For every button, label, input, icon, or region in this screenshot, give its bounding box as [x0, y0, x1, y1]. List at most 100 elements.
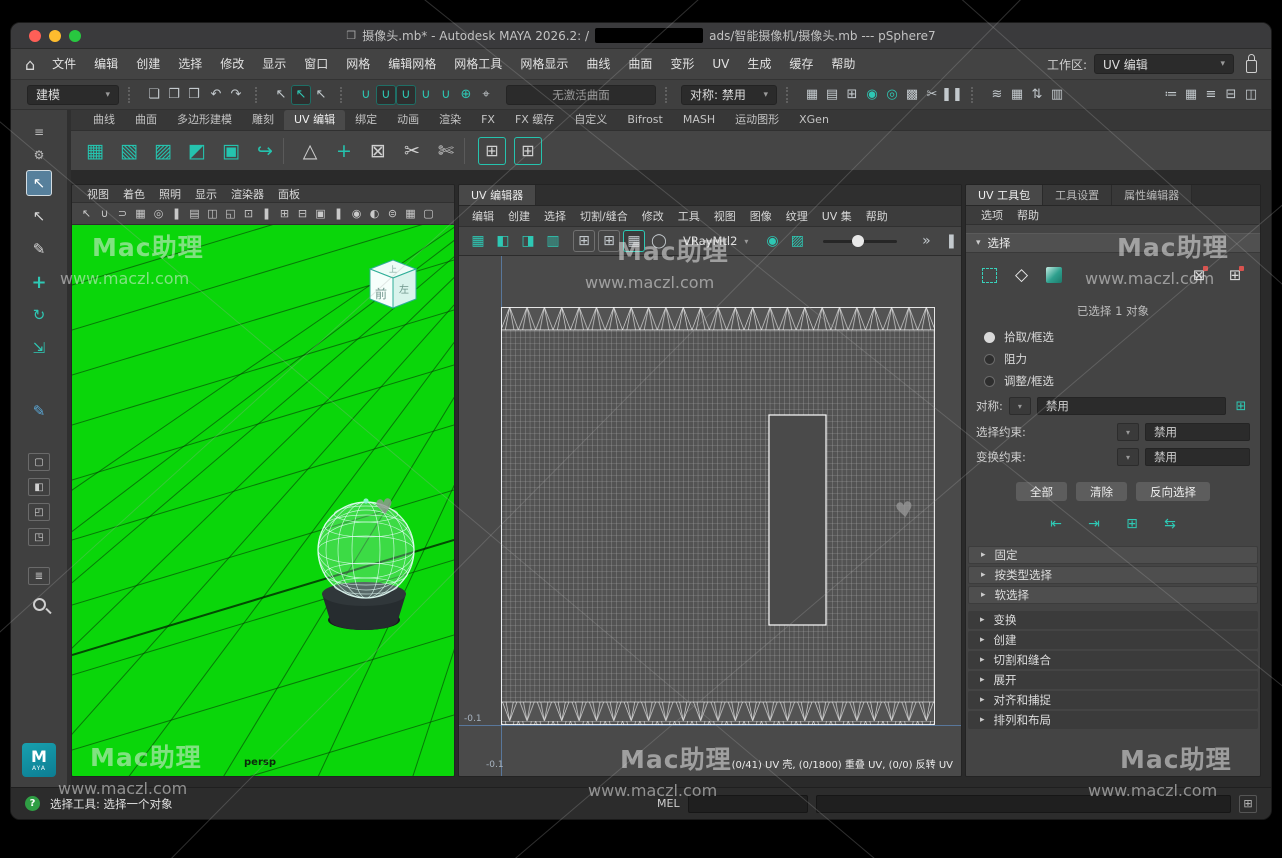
viewport-toolbar-icon[interactable]: ⊟ [294, 205, 311, 222]
snap-icon[interactable]: ⊕ [456, 85, 476, 105]
menu-item[interactable]: 曲线 [577, 49, 619, 79]
snap-icon[interactable]: ∪ [436, 85, 456, 105]
menu-item[interactable]: 网格 [337, 49, 379, 79]
viewport-toolbar-icon[interactable]: ∪ [96, 205, 113, 222]
layout-three-pane-button[interactable]: ◰ [28, 503, 50, 521]
toolkit-section-header[interactable]: ▸ 切割和缝合 [968, 651, 1258, 669]
uv-grid-icon[interactable]: ▦ [623, 230, 645, 252]
snap-icon[interactable]: ⌖ [476, 85, 496, 105]
uv-texture-icon[interactable]: ◉ [761, 230, 783, 252]
shelf-tab[interactable]: UV 编辑 [284, 110, 345, 130]
menu-item[interactable]: 变形 [661, 49, 703, 79]
render-icon[interactable]: ▤ [822, 85, 842, 105]
viewport-toolbar-icon[interactable]: ❚ [258, 205, 275, 222]
uv-display-icon[interactable]: ◨ [517, 230, 539, 252]
toolkit-menu-item[interactable]: 帮助 [1010, 207, 1046, 223]
viewport-toolbar-icon[interactable]: ⊜ [384, 205, 401, 222]
mode-option[interactable]: 调整/框选 [984, 373, 1260, 389]
shelf-tab[interactable]: MASH [673, 110, 725, 130]
uv-menu-item[interactable]: 视图 [707, 208, 743, 224]
uv-menu-item[interactable]: 选择 [537, 208, 573, 224]
shelf-tab[interactable]: 运动图形 [725, 110, 789, 130]
selection-button[interactable]: 全部 [1016, 482, 1067, 501]
undo-redo-icon[interactable]: ↷ [226, 85, 246, 105]
shelf-tab[interactable]: Bifrost [617, 110, 673, 130]
viewport-menu-item[interactable]: 视图 [80, 186, 116, 202]
shelf-tab[interactable]: 多边形建模 [167, 110, 242, 130]
shelf-tool-icon[interactable]: ▧ [113, 135, 145, 167]
magnifier-icon[interactable] [33, 598, 46, 611]
shelf-tab[interactable]: XGen [789, 110, 839, 130]
selection-button[interactable]: 反向选择 [1136, 482, 1210, 501]
active-surface-field[interactable]: 无激活曲面 [506, 85, 656, 105]
render-icon[interactable]: ◎ [882, 85, 902, 105]
viewport-toolbar-icon[interactable]: ⊞ [276, 205, 293, 222]
snap-icon[interactable]: ∪ [356, 85, 376, 105]
shelf-tool-icon[interactable] [464, 138, 473, 164]
shelf-tab[interactable]: 动画 [387, 110, 429, 130]
menu-item[interactable]: 选择 [169, 49, 211, 79]
toolkit-section-header[interactable]: ▸ 展开 [968, 671, 1258, 689]
lock-icon[interactable] [1246, 60, 1257, 73]
uv-menu-item[interactable]: 创建 [501, 208, 537, 224]
uv-menu-item[interactable]: 帮助 [859, 208, 895, 224]
minimize-window-button[interactable] [49, 30, 61, 42]
file-op-icon[interactable]: ❒ [184, 85, 204, 105]
viewport-toolbar-icon[interactable]: ◐ [366, 205, 383, 222]
viewport-menu-item[interactable]: 着色 [116, 186, 152, 202]
menu-item[interactable]: 缓存 [780, 49, 822, 79]
viewport-toolbar-icon[interactable]: ⊡ [240, 205, 257, 222]
shelf-tool-icon[interactable]: + [328, 135, 360, 167]
uv-menu-item[interactable]: 工具 [671, 208, 707, 224]
menu-item[interactable]: 编辑 [85, 49, 127, 79]
viewport-toolbar-icon[interactable]: ▤ [186, 205, 203, 222]
display-icon[interactable]: ≋ [987, 85, 1007, 105]
menu-item[interactable]: 网格显示 [511, 49, 577, 79]
menu-item[interactable]: 显示 [253, 49, 295, 79]
align-icon[interactable]: ⊞ [1122, 514, 1142, 534]
viewport-menu-item[interactable]: 照明 [152, 186, 188, 202]
viewport-toolbar-icon[interactable]: ❚ [330, 205, 347, 222]
viewport-toolbar-icon[interactable]: ◉ [348, 205, 365, 222]
uv-texture-icon[interactable]: ▨ [786, 230, 808, 252]
lasso-tool[interactable]: ↖ [26, 203, 52, 229]
material-selector[interactable]: VRayMtl2▾ [683, 234, 748, 248]
mel-input[interactable] [688, 795, 808, 813]
view-cube-gizmo[interactable]: 上 前 左 [360, 253, 424, 317]
menu-set-selector[interactable]: 建模▾ [27, 85, 119, 105]
transform-constraint-dropdown[interactable]: ▾ [1117, 448, 1139, 466]
shelf-tool-icon[interactable]: ✂ [396, 135, 428, 167]
render-icon[interactable]: ▩ [902, 85, 922, 105]
viewport-toolbar-icon[interactable]: ▦ [132, 205, 149, 222]
selection-mask-icon[interactable]: ↖ [291, 85, 311, 105]
symmetry-value-field[interactable]: 禁用 [1037, 397, 1226, 415]
uv-grid-select-icon[interactable]: ⊠ [1190, 266, 1208, 284]
render-icon[interactable]: ❚❚ [942, 85, 962, 105]
scene-object-sphere[interactable] [286, 468, 446, 638]
zoom-window-button[interactable] [69, 30, 81, 42]
uv-border-select-icon[interactable]: ⊞ [1226, 266, 1244, 284]
shelf-tool-icon[interactable]: ▨ [147, 135, 179, 167]
render-icon[interactable]: ✂ [922, 85, 942, 105]
uv-menu-item[interactable]: UV 集 [815, 208, 859, 224]
symmetry-options-icon[interactable]: ⊞ [1232, 396, 1250, 416]
toolkit-tab[interactable]: 属性编辑器 [1112, 185, 1192, 205]
menu-item[interactable]: 帮助 [822, 49, 864, 79]
uv-menu-item[interactable]: 切割/缝合 [573, 208, 635, 224]
menu-item[interactable]: 生成 [738, 49, 780, 79]
shelf-tab[interactable]: FX [471, 110, 505, 130]
menu-item[interactable]: 窗口 [295, 49, 337, 79]
paint-select-tool[interactable]: ✎ [26, 236, 52, 262]
mode-option[interactable]: 阻力 [984, 351, 1260, 367]
uv-menu-item[interactable]: 图像 [743, 208, 779, 224]
toolkit-tab[interactable]: UV 工具包 [966, 185, 1043, 205]
uv-grid-icon[interactable]: ◯ [648, 230, 670, 252]
layout-two-pane-button[interactable]: ◧ [28, 478, 50, 496]
snap-icon[interactable]: ∪ [416, 85, 436, 105]
menu-item[interactable]: UV [703, 49, 738, 79]
layout-four-pane-button[interactable]: ◳ [28, 528, 50, 546]
viewport-canvas[interactable]: 上 前 左 [72, 225, 454, 776]
viewport-menu-item[interactable]: 面板 [271, 186, 307, 202]
display-icon[interactable]: ▥ [1047, 85, 1067, 105]
menu-item[interactable]: 曲面 [619, 49, 661, 79]
